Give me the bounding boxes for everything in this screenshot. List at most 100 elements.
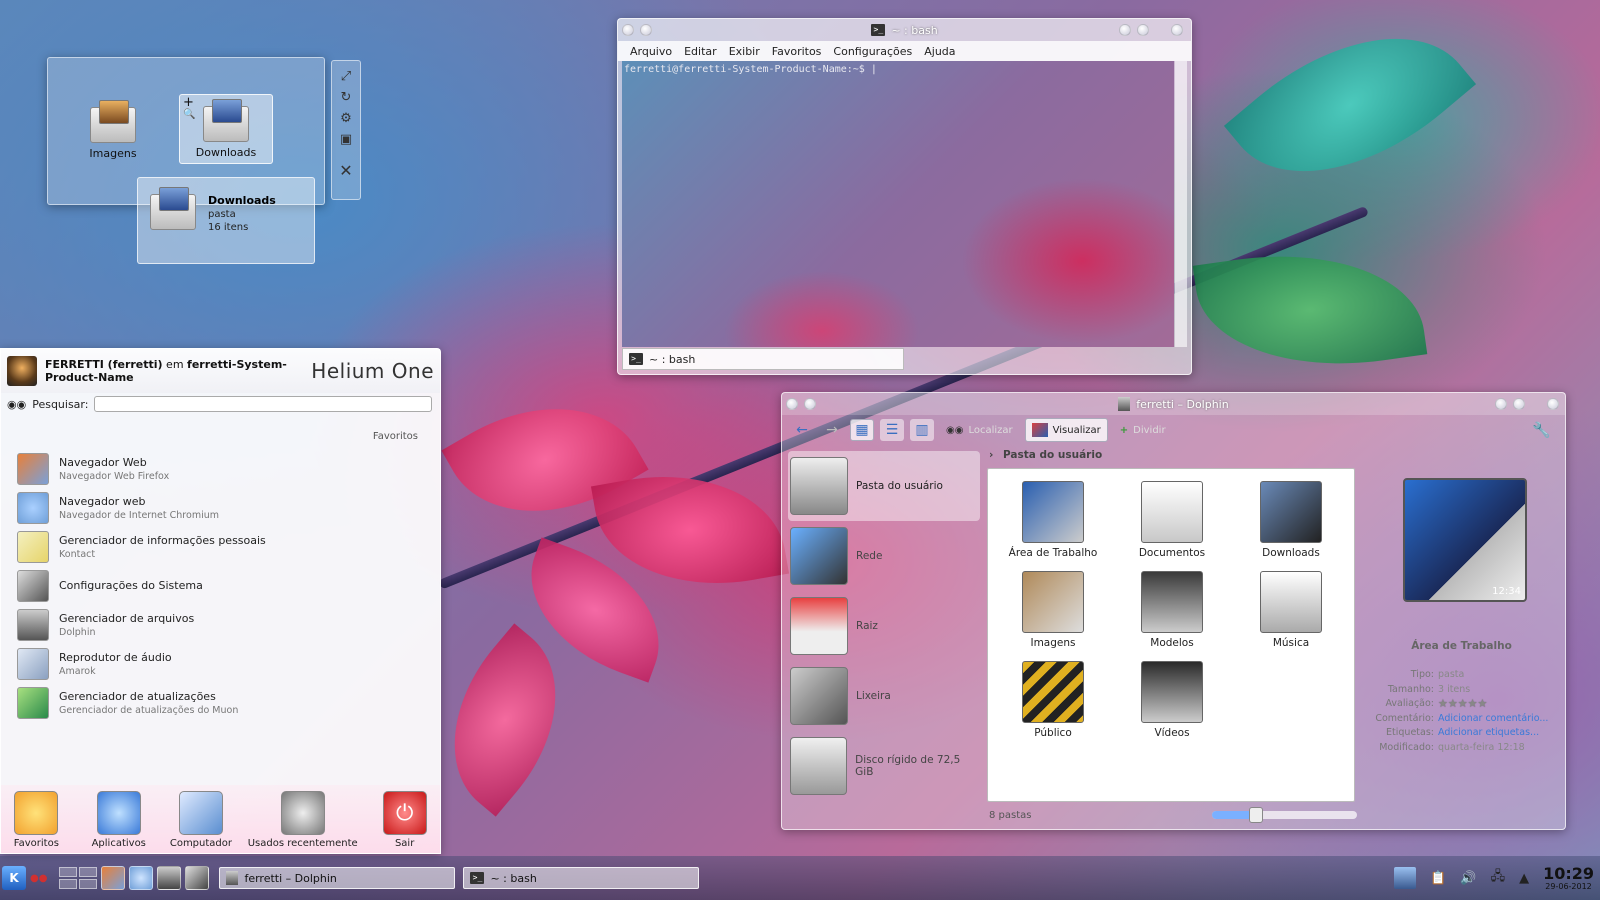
chevron-right-icon: › xyxy=(989,449,994,461)
list-item[interactable]: Navegador web Navegador de Internet Chrom… xyxy=(17,488,427,527)
place-harddisk[interactable]: Disco rígido de 72,5 GiB xyxy=(788,731,980,801)
app-name: Gerenciador de atualizações xyxy=(59,689,216,703)
list-item[interactable]: Navegador Web Navegador Web Firefox xyxy=(17,449,427,488)
rotate-icon[interactable]: ↻ xyxy=(341,90,352,105)
zoom-handle[interactable] xyxy=(1248,807,1263,823)
wrench-icon[interactable]: 🔧 xyxy=(1532,421,1551,439)
file-item[interactable]: Público xyxy=(998,661,1108,739)
file-view[interactable]: Área de Trabalho Documentos Downloads Im… xyxy=(987,468,1355,802)
task-dolphin[interactable]: ferretti – Dolphin xyxy=(219,867,456,889)
tab-sair[interactable]: ⏻ Sair xyxy=(375,791,434,849)
tab-aplicativos[interactable]: Aplicativos xyxy=(76,791,162,849)
close-button[interactable] xyxy=(1547,398,1559,410)
close-button[interactable] xyxy=(1171,24,1183,36)
volume-icon[interactable]: 🔊 xyxy=(1460,871,1476,886)
terminal-tab[interactable]: >_ ~ : bash xyxy=(622,348,904,370)
maximize-button[interactable] xyxy=(1513,398,1525,410)
kde-menu-icon[interactable]: K xyxy=(2,866,26,890)
tab-usados-recentemente[interactable]: Usados recentemente xyxy=(240,791,365,849)
menu-exibir[interactable]: Exibir xyxy=(723,45,766,58)
place-trash[interactable]: Lixeira xyxy=(788,661,980,731)
terminal-titlebar[interactable]: >_ ~ : bash xyxy=(618,19,1191,41)
launcher-header: FERRETTI (ferretti) em ferretti-System-P… xyxy=(1,349,440,393)
terminal-output[interactable]: ferretti@ferretti-System-Product-Name:~$… xyxy=(622,61,1174,347)
digital-clock[interactable]: 10:29 29-06-2012 xyxy=(1543,865,1594,891)
tab-favoritos[interactable]: Favoritos xyxy=(7,791,66,849)
maximize-button[interactable] xyxy=(1137,24,1149,36)
task-bash[interactable]: >_ ~ : bash xyxy=(463,867,700,889)
file-item[interactable]: Área de Trabalho xyxy=(998,481,1108,559)
app-desc: Kontact xyxy=(59,548,96,560)
rating-stars[interactable]: ★★★★★ xyxy=(1438,697,1549,712)
list-item[interactable]: Reprodutor de áudio Amarok xyxy=(17,644,427,683)
sticky-button[interactable] xyxy=(804,398,816,410)
add-tags-link[interactable]: Adicionar etiquetas... xyxy=(1438,726,1549,741)
file-item[interactable]: Música xyxy=(1236,571,1346,649)
zoom-icon[interactable]: 🔍 xyxy=(183,109,195,120)
menu-ajuda[interactable]: Ajuda xyxy=(918,45,961,58)
preview-button[interactable]: Visualizar xyxy=(1024,418,1108,442)
firefox-icon[interactable] xyxy=(101,866,126,890)
close-icon[interactable]: ✕ xyxy=(339,161,352,180)
tab-computador[interactable]: Computador xyxy=(162,791,240,849)
menu-arquivo[interactable]: Arquivo xyxy=(624,45,678,58)
folder-item-downloads[interactable]: + 🔍 Downloads xyxy=(179,94,273,164)
details-view-button[interactable]: ☰ xyxy=(880,419,904,441)
expand-tray-icon[interactable]: ▲ xyxy=(1519,871,1529,886)
sticky-button[interactable] xyxy=(640,24,652,36)
settings-icon[interactable]: ⚙ xyxy=(340,111,352,126)
place-label: Pasta do usuário xyxy=(856,480,943,492)
folder-item-imagens[interactable]: Imagens xyxy=(66,94,160,164)
file-item[interactable]: Modelos xyxy=(1117,571,1227,649)
chromium-icon[interactable] xyxy=(129,866,154,890)
app-desc: Navegador de Internet Chromium xyxy=(59,509,219,521)
pager-desktop-3[interactable] xyxy=(59,879,78,889)
forward-button[interactable]: → xyxy=(820,419,844,441)
list-item[interactable]: Configurações do Sistema xyxy=(17,566,427,605)
resize-icon[interactable]: ⤢ xyxy=(341,69,351,84)
menu-editar[interactable]: Editar xyxy=(678,45,723,58)
pager-desktop-4[interactable] xyxy=(79,879,98,889)
menu-configuracoes[interactable]: Configurações xyxy=(827,45,918,58)
back-button[interactable]: ← xyxy=(790,419,814,441)
file-item[interactable]: Downloads xyxy=(1236,481,1346,559)
virtual-desktop-pager[interactable] xyxy=(59,867,98,889)
dolphin-titlebar[interactable]: ferretti – Dolphin xyxy=(782,393,1565,415)
place-root[interactable]: Raiz xyxy=(788,591,980,661)
clipboard-icon[interactable]: 📋 xyxy=(1430,871,1446,886)
menu-favoritos[interactable]: Favoritos xyxy=(766,45,828,58)
info-key: Avaliação: xyxy=(1385,698,1434,709)
file-item[interactable]: Documentos xyxy=(1117,481,1227,559)
breadcrumb-item[interactable]: Pasta do usuário xyxy=(1003,449,1102,461)
device-notifier-icon[interactable] xyxy=(1394,867,1417,889)
pager-desktop-1[interactable] xyxy=(59,867,78,877)
list-item[interactable]: Gerenciador de atualizações Gerenciador d… xyxy=(17,683,427,722)
columns-view-button[interactable]: ▥ xyxy=(910,419,934,441)
activity-icon[interactable]: ●● xyxy=(30,873,47,884)
settings-icon[interactable] xyxy=(185,866,210,890)
place-home[interactable]: Pasta do usuário xyxy=(788,451,980,521)
find-button[interactable]: ◉◉ Localizar xyxy=(940,418,1019,442)
info-row-rating: Avaliação: ★★★★★ xyxy=(1374,697,1549,712)
file-item[interactable]: Vídeos xyxy=(1117,661,1227,739)
zoom-slider[interactable] xyxy=(1212,807,1357,823)
place-network[interactable]: Rede xyxy=(788,521,980,591)
window-menu-button[interactable] xyxy=(786,398,798,410)
window-menu-button[interactable] xyxy=(622,24,634,36)
maximize-icon[interactable]: ▣ xyxy=(340,132,352,147)
pager-desktop-2[interactable] xyxy=(79,867,98,877)
minimize-button[interactable] xyxy=(1495,398,1507,410)
search-input[interactable] xyxy=(94,396,433,412)
terminal-scrollbar[interactable] xyxy=(1175,61,1187,347)
list-item[interactable]: Gerenciador de arquivos Dolphin xyxy=(17,605,427,644)
add-comment-link[interactable]: Adicionar comentário... xyxy=(1438,712,1549,727)
minimize-button[interactable] xyxy=(1119,24,1131,36)
network-icon[interactable]: 🖧 xyxy=(1491,867,1506,889)
split-button[interactable]: + Dividir xyxy=(1114,418,1172,442)
add-icon[interactable]: + xyxy=(183,95,194,110)
file-item[interactable]: Imagens xyxy=(998,571,1108,649)
list-item[interactable]: Gerenciador de informações pessoais Konta… xyxy=(17,527,427,566)
breadcrumb[interactable]: › Pasta do usuário xyxy=(989,449,1102,461)
dolphin-icon[interactable] xyxy=(157,866,182,890)
icons-view-button[interactable]: ▦ xyxy=(850,419,874,441)
